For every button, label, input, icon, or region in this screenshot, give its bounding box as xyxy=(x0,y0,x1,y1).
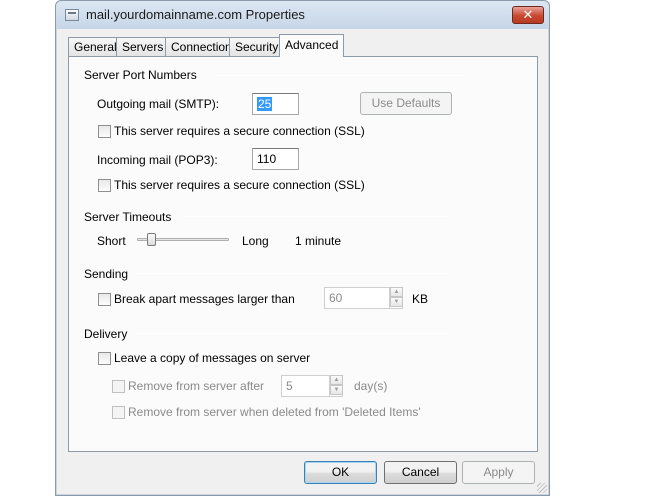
timeout-short-label: Short xyxy=(97,234,126,248)
break-apart-checkbox[interactable] xyxy=(98,293,111,306)
mail-account-icon xyxy=(65,9,79,21)
group-divider xyxy=(135,333,450,334)
incoming-mail-label: Incoming mail (POP3): xyxy=(97,153,218,167)
server-port-numbers-heading: Server Port Numbers xyxy=(84,68,197,82)
ssl-outgoing-label: This server requires a secure connection… xyxy=(114,124,365,138)
outgoing-port-value: 25 xyxy=(257,97,273,111)
group-divider xyxy=(136,273,450,274)
break-apart-label: Break apart messages larger than xyxy=(114,292,295,306)
size-unit-label: KB xyxy=(412,292,429,306)
timeout-slider-thumb[interactable] xyxy=(147,233,156,246)
remove-deleted-label: Remove from server when deleted from 'De… xyxy=(128,405,421,419)
group-divider xyxy=(182,216,450,217)
tab-general[interactable]: General xyxy=(68,37,123,56)
tab-servers[interactable]: Servers xyxy=(116,37,170,56)
sending-heading: Sending xyxy=(84,267,129,281)
incoming-port-input[interactable]: 110 xyxy=(252,148,299,170)
remove-after-days-value: 5 xyxy=(286,379,293,393)
outgoing-mail-label: Outgoing mail (SMTP): xyxy=(97,97,220,111)
tab-connection[interactable]: Connection xyxy=(165,37,238,56)
cancel-button[interactable]: Cancel xyxy=(384,461,457,484)
days-label: day(s) xyxy=(354,379,388,393)
ssl-incoming-label: This server requires a secure connection… xyxy=(114,178,365,192)
ok-button[interactable]: OK xyxy=(304,461,377,484)
delivery-heading: Delivery xyxy=(84,327,128,341)
title-bar[interactable]: mail.yourdomainname.com Properties ✕ xyxy=(56,1,549,29)
advanced-tab-panel: Server Port Numbers Outgoing mail (SMTP)… xyxy=(68,56,538,452)
spin-down-icon[interactable]: ▼ xyxy=(330,385,343,395)
timeout-long-label: Long xyxy=(242,234,269,248)
spin-up-icon[interactable]: ▲ xyxy=(330,375,343,385)
tab-advanced[interactable]: Advanced xyxy=(279,34,345,57)
remove-after-days-spinner[interactable]: ▲ ▼ xyxy=(329,375,343,397)
incoming-port-value: 110 xyxy=(257,152,277,166)
use-defaults-button[interactable]: Use Defaults xyxy=(360,92,452,115)
outgoing-port-input[interactable]: 25 xyxy=(252,93,299,115)
timeout-value: 1 minute xyxy=(295,234,342,248)
resize-grip[interactable] xyxy=(537,483,547,493)
break-apart-size-value: 60 xyxy=(329,291,343,305)
remove-deleted-checkbox[interactable] xyxy=(112,406,125,419)
ssl-incoming-checkbox[interactable] xyxy=(98,179,111,192)
close-button[interactable]: ✕ xyxy=(512,6,544,24)
remove-after-checkbox[interactable] xyxy=(112,380,125,393)
window-title: mail.yourdomainname.com Properties xyxy=(86,7,305,22)
leave-copy-label: Leave a copy of messages on server xyxy=(114,351,311,365)
remove-after-label: Remove from server after xyxy=(128,379,265,393)
tab-security[interactable]: Security xyxy=(229,37,285,56)
close-icon: ✕ xyxy=(522,7,534,22)
apply-button[interactable]: Apply xyxy=(462,461,535,484)
ssl-outgoing-checkbox[interactable] xyxy=(98,125,111,138)
group-divider xyxy=(215,75,465,76)
spin-up-icon[interactable]: ▲ xyxy=(390,287,403,297)
server-timeouts-heading: Server Timeouts xyxy=(84,210,172,224)
spin-down-icon[interactable]: ▼ xyxy=(390,297,403,307)
leave-copy-checkbox[interactable] xyxy=(98,352,111,365)
properties-dialog: mail.yourdomainname.com Properties ✕ Gen… xyxy=(55,0,550,496)
break-apart-size-spinner[interactable]: ▲ ▼ xyxy=(389,287,403,309)
